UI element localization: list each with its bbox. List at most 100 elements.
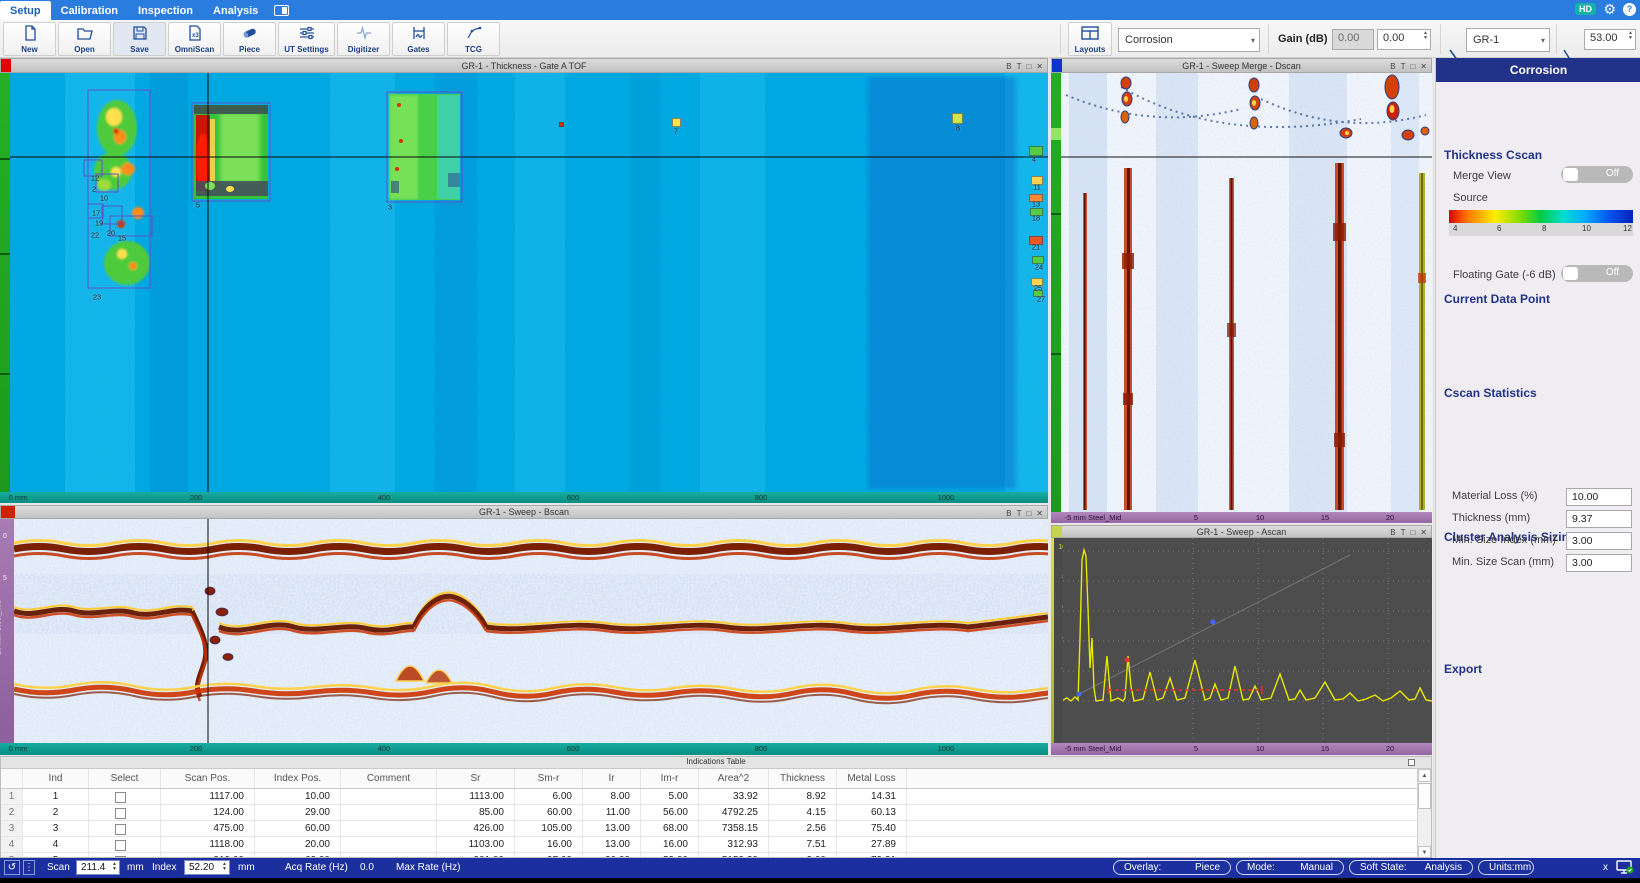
help-icon[interactable]: ?	[1623, 3, 1636, 16]
table-cell: 1113.00	[437, 789, 515, 804]
column-header[interactable]: Im-r	[641, 769, 699, 788]
column-header[interactable]: Sr	[437, 769, 515, 788]
ruler-tick: 800	[755, 493, 768, 502]
cscan-title-bar[interactable]: GR-1 - Thickness - Gate A TOF BT□✕	[0, 58, 1048, 73]
view-t-button[interactable]: T	[1401, 60, 1406, 74]
table-row[interactable]: 111117.0010.001113.006.008.005.0033.928.…	[1, 789, 1419, 805]
cursor-link-icon[interactable]: ⋮	[23, 860, 35, 875]
view-b-button[interactable]: B	[1390, 60, 1395, 74]
open-button[interactable]: Open	[58, 22, 111, 56]
scroll-down-button[interactable]: ▼	[1418, 846, 1431, 858]
cscan-view[interactable]: 122101719222015235378411131821242527	[10, 73, 1048, 492]
column-header[interactable]: Metal Loss	[837, 769, 907, 788]
group-select[interactable]: GR-1▾	[1466, 28, 1550, 52]
view-close-button[interactable]: ✕	[1036, 60, 1043, 74]
ascan-view[interactable]	[1063, 538, 1432, 743]
table-row[interactable]: 22124.0029.0085.0060.0011.0056.004792.25…	[1, 805, 1419, 821]
index-position-input[interactable]: 52.20 ▲▼	[184, 860, 230, 875]
scroll-up-button[interactable]: ▲	[1418, 769, 1431, 782]
row-number: 2	[1, 805, 23, 820]
new-button[interactable]: New	[3, 22, 56, 56]
piece-button[interactable]: Piece	[223, 22, 276, 56]
table-row[interactable]: 441118.0020.001103.0016.0013.0016.00312.…	[1, 837, 1419, 853]
export-heading: Export	[1444, 662, 1482, 676]
menu-analysis[interactable]: Analysis	[203, 3, 268, 19]
beam-angle-spinner[interactable]: ▲▼	[1628, 31, 1633, 41]
omniscan-button[interactable]: x3 OmniScan	[168, 22, 221, 56]
status-pill-softstate[interactable]: Soft State:Analysis	[1349, 860, 1473, 875]
status-pill-overlay[interactable]: Overlay:Piece	[1113, 860, 1231, 875]
select-checkbox[interactable]	[115, 808, 126, 819]
cluster-field-input[interactable]: 10.00	[1566, 488, 1632, 506]
column-header[interactable]: Comment	[341, 769, 437, 788]
table-cell: 13.00	[583, 821, 641, 836]
cluster-field-input[interactable]: 3.00	[1566, 532, 1632, 550]
column-header[interactable]: Scan Pos.	[161, 769, 255, 788]
indication-label: 18	[1032, 214, 1040, 223]
table-cell: 1117.00	[161, 789, 255, 804]
digitizer-button[interactable]: Digitizer	[337, 22, 390, 56]
view-t-button[interactable]: T	[1017, 60, 1022, 74]
status-pill-units[interactable]: Units:mm	[1478, 860, 1534, 875]
gain-spinner[interactable]: ▲▼	[1423, 31, 1428, 41]
side-panel-toggle-icon[interactable]	[274, 5, 289, 16]
ut-settings-button[interactable]: UT Settings	[278, 22, 335, 56]
dscan-title-bar[interactable]: GR-1 - Sweep Merge - Dscan BT □ ✕	[1051, 58, 1432, 73]
select-checkbox[interactable]	[115, 792, 126, 803]
bscan-title-bar[interactable]: GR-1 - Sweep - Bscan BT□✕	[0, 505, 1048, 519]
ascan-title-bar[interactable]: GR-1 - Sweep - Ascan BT□✕	[1051, 525, 1432, 538]
save-floppy-icon	[136, 34, 144, 39]
select-checkbox[interactable]	[115, 824, 126, 835]
column-header[interactable]: Sm-r	[515, 769, 583, 788]
column-header[interactable]: Ir	[583, 769, 641, 788]
close-status[interactable]: x	[1603, 862, 1608, 873]
column-header[interactable]: Area^2	[699, 769, 769, 788]
merge-view-toggle[interactable]: Off	[1561, 166, 1633, 183]
column-header[interactable]: Ind	[23, 769, 89, 788]
table-float-button[interactable]	[1408, 759, 1415, 766]
settings-gear-icon[interactable]: ⚙	[1603, 1, 1616, 18]
scale-tick: 4	[1453, 224, 1457, 233]
dscan-view[interactable]	[1061, 73, 1432, 512]
pill-value: mm	[1515, 862, 1532, 873]
gates-button[interactable]: Gates	[392, 22, 445, 56]
view-maximize-button[interactable]: □	[1026, 60, 1031, 74]
bscan-view[interactable]	[14, 519, 1048, 743]
view-close-button[interactable]: ✕	[1420, 60, 1427, 74]
menu-setup[interactable]: Setup	[0, 1, 51, 20]
floating-gate-toggle[interactable]: Off	[1561, 265, 1633, 282]
table-cell: 75.40	[837, 821, 907, 836]
column-header[interactable]	[1, 769, 23, 788]
column-header[interactable]: Select	[89, 769, 161, 788]
cluster-field-input[interactable]: 3.00	[1566, 554, 1632, 572]
layouts-button[interactable]: Layouts	[1068, 22, 1112, 56]
gain-input[interactable]: 0.00 ▲▼	[1377, 29, 1431, 50]
table-cell: 1103.00	[437, 837, 515, 852]
status-bar: ↺ ⋮ Scan 211.4 ▲▼ mm Index 52.20 ▲▼ mm A…	[0, 858, 1640, 878]
view-b-button[interactable]: B	[1006, 60, 1011, 74]
view-maximize-button[interactable]: □	[1410, 60, 1415, 74]
column-header[interactable]: Thickness	[769, 769, 837, 788]
menu-calibration[interactable]: Calibration	[51, 3, 128, 19]
column-header[interactable]: Index Pos.	[255, 769, 341, 788]
tcg-button[interactable]: TCG	[447, 22, 500, 56]
layout-preset-select[interactable]: Corrosion▾	[1118, 28, 1260, 52]
piece-cylinder-icon	[241, 25, 259, 41]
refresh-icon[interactable]: ↺	[4, 860, 20, 875]
dscan-title: GR-1 - Sweep Merge - Dscan	[1182, 61, 1301, 71]
new-file-icon	[26, 26, 35, 40]
table-cell: 85.00	[437, 805, 515, 820]
bscan-depth-ruler: 0 5 20 mm Steel_Mid	[0, 519, 14, 743]
status-pill-mode[interactable]: Mode:Manual	[1236, 860, 1344, 875]
table-scrollbar[interactable]: ▲ ▼	[1417, 769, 1431, 858]
table-cell: 16.00	[515, 837, 583, 852]
beam-angle-input[interactable]: 53.00 ▲▼	[1584, 29, 1636, 50]
cluster-field-input[interactable]: 9.37	[1566, 510, 1632, 528]
table-row[interactable]: 33475.0060.00426.00105.0013.0068.007358.…	[1, 821, 1419, 837]
menu-inspection[interactable]: Inspection	[128, 3, 203, 19]
table-cell	[341, 821, 437, 836]
save-button[interactable]: Save	[113, 22, 166, 56]
scroll-thumb[interactable]	[1418, 783, 1431, 809]
select-checkbox[interactable]	[115, 840, 126, 851]
scan-position-input[interactable]: 211.4 ▲▼	[76, 860, 120, 875]
